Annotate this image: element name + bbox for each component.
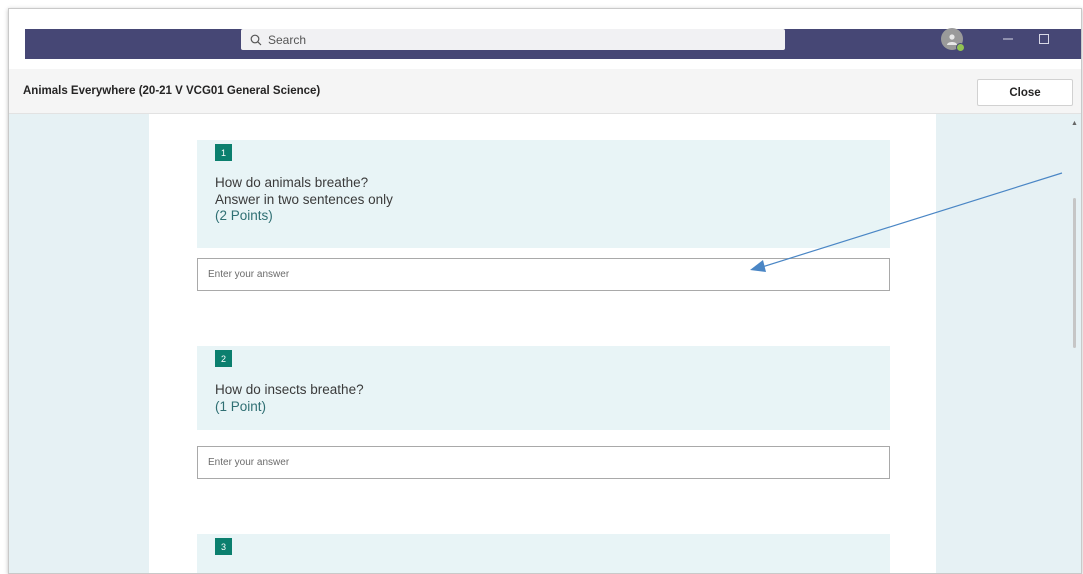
search-box[interactable]: Search xyxy=(241,29,785,50)
question-text: How do insects breathe? (1 Point) xyxy=(215,382,364,415)
search-placeholder: Search xyxy=(268,32,307,47)
presence-status-icon xyxy=(956,43,965,52)
question-line: How do animals breathe? xyxy=(215,175,369,190)
question-points: (1 Point) xyxy=(215,398,267,414)
form-title-bar: Animals Everywhere (20-21 V VCG01 Genera… xyxy=(9,69,1081,114)
maximize-icon xyxy=(1039,34,1049,44)
answer-input-1[interactable]: Enter your answer xyxy=(197,258,890,291)
close-button[interactable]: Close xyxy=(977,79,1073,106)
form-content-area[interactable]: 1 How do animals breathe? Answer in two … xyxy=(9,114,1081,573)
avatar[interactable] xyxy=(941,28,965,52)
question-number-badge: 1 xyxy=(215,144,232,161)
minimize-button[interactable] xyxy=(997,28,1019,50)
scrollbar[interactable]: ▲ xyxy=(1070,114,1081,573)
form-sheet: 1 How do animals breathe? Answer in two … xyxy=(149,114,936,573)
question-card-3: 3 xyxy=(197,534,890,573)
minimize-icon xyxy=(1003,38,1013,40)
question-line: Answer in two sentences only xyxy=(215,191,393,207)
search-icon xyxy=(250,34,262,45)
app-window: Search Animals Everywhere (20-21 V VCG01… xyxy=(8,8,1082,574)
question-number-badge: 3 xyxy=(215,538,232,555)
maximize-button[interactable] xyxy=(1033,28,1055,50)
question-card-2: 2 How do insects breathe? (1 Point) xyxy=(197,346,890,430)
question-card-1: 1 How do animals breathe? Answer in two … xyxy=(197,140,890,248)
question-text: How do animals breathe? Answer in two se… xyxy=(215,175,393,225)
scrollbar-thumb[interactable] xyxy=(1073,198,1076,348)
question-points: (2 Points) xyxy=(215,208,273,223)
question-number-badge: 2 xyxy=(215,350,232,367)
question-line: How do insects breathe? xyxy=(215,382,364,397)
form-title: Animals Everywhere (20-21 V VCG01 Genera… xyxy=(23,85,321,97)
scroll-up-icon[interactable]: ▲ xyxy=(1071,120,1078,127)
window-top-strip xyxy=(9,9,1081,29)
answer-input-2[interactable]: Enter your answer xyxy=(197,446,890,479)
